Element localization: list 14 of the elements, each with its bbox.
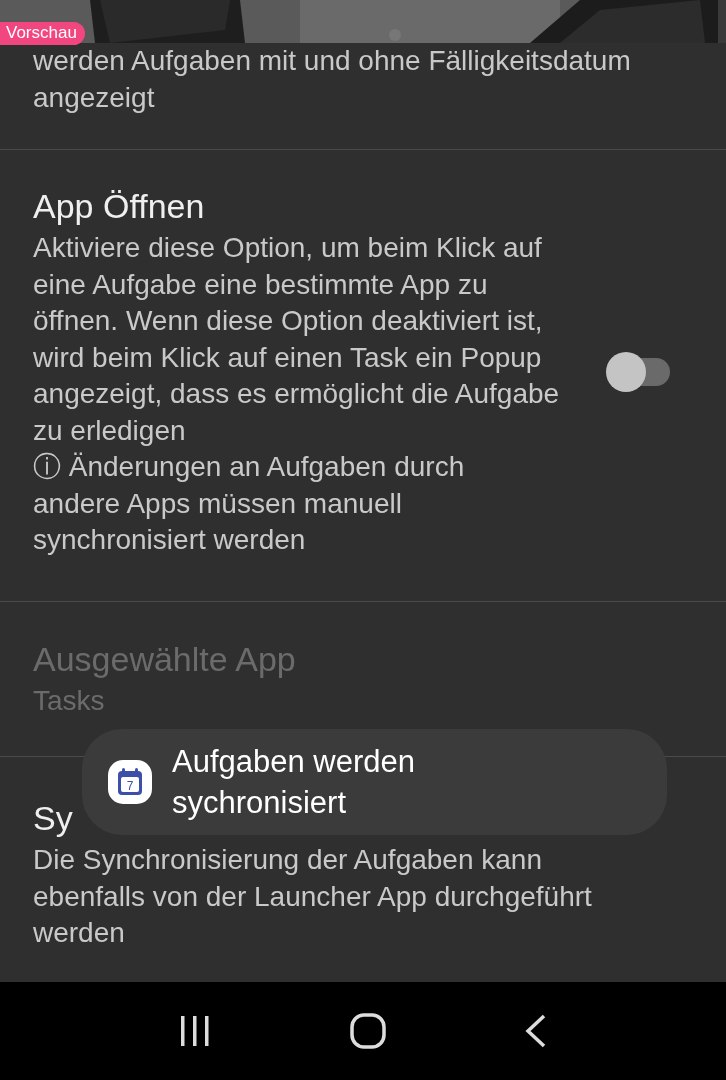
recent-apps-icon[interactable] — [179, 1015, 212, 1047]
setting-title: App Öffnen — [33, 186, 205, 226]
setting-description: Die Synchronisierung der Aufgaben kann ebenfalls von der Launcher App durchgeführt werden — [33, 843, 593, 950]
calendar-icon: 7 — [108, 760, 152, 804]
toast-message: Aufgaben werden sychronisiert — [172, 743, 416, 822]
toggle-switch[interactable] — [606, 352, 670, 393]
setting-note: ⓘ Änderungen an Aufgaben durch andere Apps müssen manuell synchronisiert werden — [33, 450, 466, 557]
setting-title: Ausgewählte App — [33, 638, 296, 679]
setting-value: Tasks — [33, 683, 106, 718]
back-icon[interactable] — [524, 1014, 547, 1048]
preview-badge: Vorschau — [0, 22, 85, 45]
home-icon[interactable] — [350, 1013, 386, 1049]
setting-title: Sy — [33, 798, 73, 838]
setting-description: werden Aufgaben mit und ohne Fälligkeitsdatum angezeigt — [33, 44, 632, 115]
